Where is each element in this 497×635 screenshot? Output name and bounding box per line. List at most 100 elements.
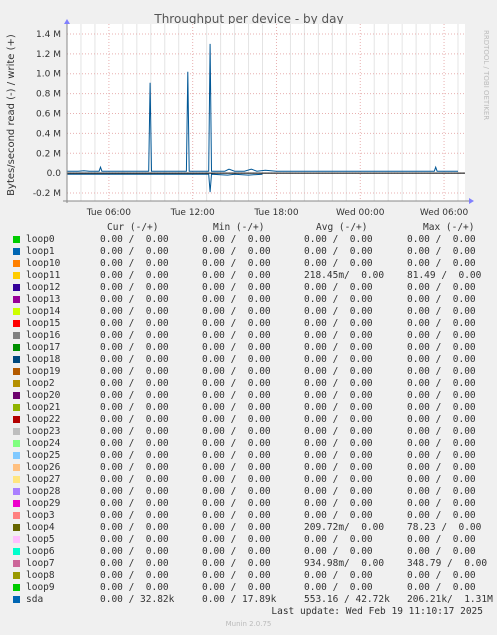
legend-min: 0.00 / 0.00 <box>202 522 271 533</box>
y-tick-label: 0.8 M <box>36 90 61 100</box>
legend-max: 0.00 / 0.00 <box>407 462 476 473</box>
legend-swatch <box>13 548 20 555</box>
legend-cur: 0.00 / 0.00 <box>100 402 169 413</box>
legend-name: loop22 <box>26 414 61 425</box>
legend-avg: 0.00 / 0.00 <box>304 390 373 401</box>
legend-row: loop8 0.00 / 0.00 0.00 / 0.00 0.00 / 0.00 0.… <box>0 570 497 582</box>
legend-min: 0.00 / 0.00 <box>202 354 271 365</box>
legend-min: 0.00 / 0.00 <box>202 330 271 341</box>
legend-swatch <box>13 536 20 543</box>
legend-row: loop25 0.00 / 0.00 0.00 / 0.00 0.00 / 0.00 0… <box>0 450 497 462</box>
legend-avg: 0.00 / 0.00 <box>304 570 373 581</box>
legend-avg: 934.98m/ 0.00 <box>304 558 385 569</box>
legend-max: 78.23 / 0.00 <box>407 522 482 533</box>
y-tick-labels: 1.4 M 1.2 M 1.0 M 0.8 M 0.6 M 0.4 M 0.2 M 0.0 -0… <box>33 30 61 199</box>
legend-avg: 0.00 / 0.00 <box>304 354 373 365</box>
legend-cur: 0.00 / 0.00 <box>100 474 169 485</box>
legend-swatch <box>13 284 20 291</box>
legend-max: 0.00 / 0.00 <box>407 510 476 521</box>
legend-min: 0.00 / 0.00 <box>202 318 271 329</box>
legend-cur: 0.00 / 0.00 <box>100 390 169 401</box>
legend-cur: 0.00 / 0.00 <box>100 318 169 329</box>
legend-name: loop16 <box>26 330 61 341</box>
legend-name: loop2 <box>26 378 55 389</box>
legend-cur: 0.00 / 0.00 <box>100 558 169 569</box>
legend-max: 0.00 / 0.00 <box>407 282 476 293</box>
legend-max: 0.00 / 0.00 <box>407 318 476 329</box>
legend-cur: 0.00 / 0.00 <box>100 270 169 281</box>
header-min: Min (-/+) <box>213 222 265 233</box>
legend-row: loop2 0.00 / 0.00 0.00 / 0.00 0.00 / 0.00 0.… <box>0 378 497 390</box>
legend-min: 0.00 / 0.00 <box>202 234 271 245</box>
legend-swatch <box>13 428 20 435</box>
chart-title: Throughput per device - by day <box>153 12 343 26</box>
legend-avg: 0.00 / 0.00 <box>304 582 373 593</box>
legend-min: 0.00 / 0.00 <box>202 402 271 413</box>
legend-avg: 0.00 / 0.00 <box>304 462 373 473</box>
legend-name: loop15 <box>26 318 61 329</box>
legend-name: loop7 <box>26 558 55 569</box>
legend-swatch <box>13 332 20 339</box>
legend-name: loop21 <box>26 402 61 413</box>
legend-name: loop29 <box>26 498 61 509</box>
legend-row: loop5 0.00 / 0.00 0.00 / 0.00 0.00 / 0.00 0.… <box>0 534 497 546</box>
legend-swatch <box>13 488 20 495</box>
legend-avg: 0.00 / 0.00 <box>304 234 373 245</box>
legend-cur: 0.00 / 0.00 <box>100 450 169 461</box>
y-axis-label: Bytes/second read (-) / write (+) <box>6 34 17 196</box>
legend-avg: 0.00 / 0.00 <box>304 246 373 257</box>
x-tick-label: Wed 00:00 <box>336 208 385 218</box>
legend-swatch <box>13 560 20 567</box>
legend-row: loop17 0.00 / 0.00 0.00 / 0.00 0.00 / 0.00 0… <box>0 342 497 354</box>
legend-min: 0.00 / 0.00 <box>202 558 271 569</box>
legend-max: 0.00 / 0.00 <box>407 486 476 497</box>
legend-min: 0.00 / 0.00 <box>202 510 271 521</box>
legend-name: loop10 <box>26 258 61 269</box>
legend-swatch <box>13 404 20 411</box>
legend-max: 0.00 / 0.00 <box>407 402 476 413</box>
header-avg: Avg (-/+) <box>316 222 368 233</box>
legend-row: loop1 0.00 / 0.00 0.00 / 0.00 0.00 / 0.00 0.… <box>0 246 497 258</box>
legend-cur: 0.00 / 0.00 <box>100 258 169 269</box>
legend-row: loop19 0.00 / 0.00 0.00 / 0.00 0.00 / 0.00 0… <box>0 366 497 378</box>
legend-avg: 0.00 / 0.00 <box>304 486 373 497</box>
legend-row: loop24 0.00 / 0.00 0.00 / 0.00 0.00 / 0.00 0… <box>0 438 497 450</box>
legend-name: loop17 <box>26 342 61 353</box>
y-axis-arrow <box>64 19 70 24</box>
legend-row: loop6 0.00 / 0.00 0.00 / 0.00 0.00 / 0.00 0.… <box>0 546 497 558</box>
legend-swatch <box>13 476 20 483</box>
x-tick-label: Tue 06:00 <box>86 208 131 218</box>
legend-cur: 0.00 / 0.00 <box>100 498 169 509</box>
legend-row: loop7 0.00 / 0.00 0.00 / 0.00 934.98m/ 0.00… <box>0 558 497 570</box>
legend-row: loop21 0.00 / 0.00 0.00 / 0.00 0.00 / 0.00 0… <box>0 402 497 414</box>
legend-name: loop9 <box>26 582 55 593</box>
legend-min: 0.00 / 0.00 <box>202 378 271 389</box>
legend-max: 0.00 / 0.00 <box>407 342 476 353</box>
legend-row: loop27 0.00 / 0.00 0.00 / 0.00 0.00 / 0.00 0… <box>0 474 497 486</box>
legend-name: loop14 <box>26 306 61 317</box>
x-axis-arrow <box>469 198 474 204</box>
y-tick-label: 0.6 M <box>36 109 61 119</box>
legend-cur: 0.00 / 0.00 <box>100 570 169 581</box>
legend-min: 0.00 / 0.00 <box>202 282 271 293</box>
legend-min: 0.00 / 0.00 <box>202 570 271 581</box>
legend-avg: 0.00 / 0.00 <box>304 534 373 545</box>
legend-max: 0.00 / 0.00 <box>407 570 476 581</box>
legend-cur: 0.00 / 0.00 <box>100 414 169 425</box>
legend-swatch <box>13 380 20 387</box>
legend-max: 348.79 / 0.00 <box>407 558 488 569</box>
legend-name: loop11 <box>26 270 61 281</box>
legend-max: 0.00 / 0.00 <box>407 294 476 305</box>
legend-max: 206.21k/ 1.31M <box>407 594 493 605</box>
legend-max: 0.00 / 0.00 <box>407 498 476 509</box>
munin-footer: Munin 2.0.75 <box>225 620 272 628</box>
legend-name: loop24 <box>26 438 61 449</box>
legend-row: loop15 0.00 / 0.00 0.00 / 0.00 0.00 / 0.00 0… <box>0 318 497 330</box>
legend-cur: 0.00 / 0.00 <box>100 294 169 305</box>
legend-cur: 0.00 / 0.00 <box>100 546 169 557</box>
legend-max: 0.00 / 0.00 <box>407 366 476 377</box>
legend-max: 0.00 / 0.00 <box>407 330 476 341</box>
legend-avg: 0.00 / 0.00 <box>304 474 373 485</box>
legend-row: loop23 0.00 / 0.00 0.00 / 0.00 0.00 / 0.00 0… <box>0 426 497 438</box>
x-tick-label: Tue 18:00 <box>253 208 298 218</box>
